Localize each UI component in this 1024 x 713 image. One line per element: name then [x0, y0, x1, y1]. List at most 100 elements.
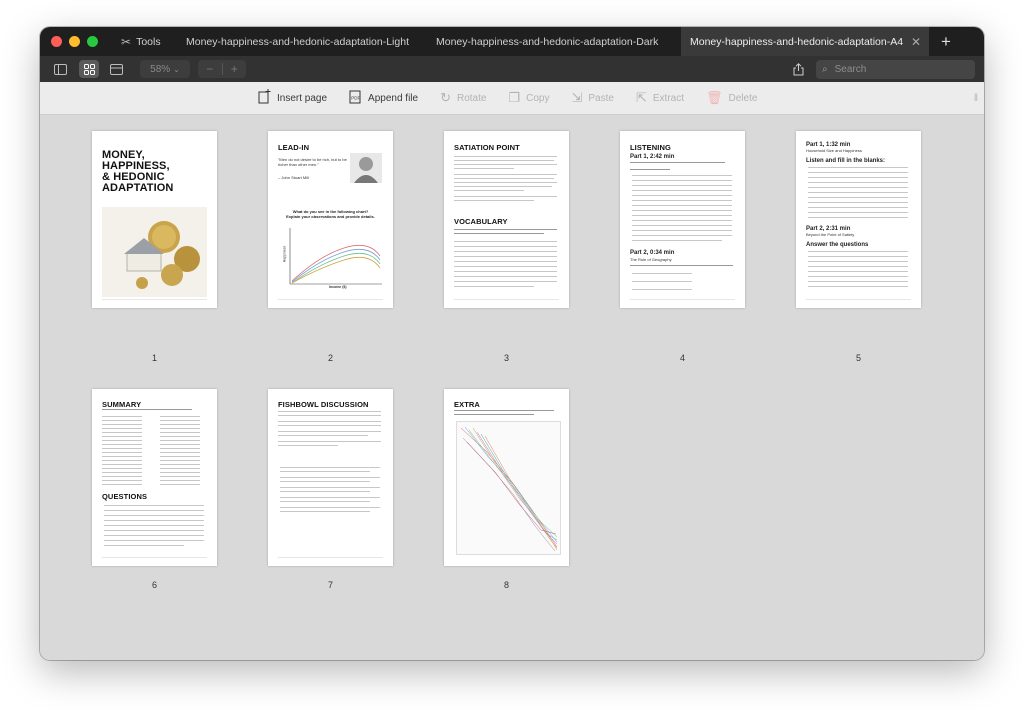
- page-number-label: 4: [679, 353, 685, 363]
- minimize-window-button[interactable]: [69, 36, 80, 47]
- intro-line: [454, 414, 534, 416]
- append-file-button[interactable]: PDF Append file: [349, 82, 418, 114]
- page-footer: [806, 299, 911, 302]
- insert-page-icon: [258, 89, 271, 107]
- page-thumbnail-3[interactable]: SATIATION POINT VOCABULARY: [444, 131, 569, 308]
- tab-document-light[interactable]: Money-happiness-and-hedonic-adaptation-L…: [181, 27, 431, 56]
- page-title: LEAD-IN: [278, 143, 310, 152]
- page-thumbnail-5[interactable]: Part 1, 1:32 min Household Size and Happ…: [796, 131, 921, 308]
- page-thumbnail-6[interactable]: SUMMARY QUESTIONS: [92, 389, 217, 566]
- tab-label: Money-happiness-and-hedonic-adaptation-L…: [186, 35, 409, 48]
- toolbar: 58% ⌄ − + ⌕ Search: [40, 56, 984, 82]
- part-subheading: Household Size and Happiness: [806, 148, 862, 153]
- page-number-label: 8: [503, 580, 509, 590]
- quote-text: "Men do not desire to be rich, but to be…: [278, 157, 347, 167]
- section-title: QUESTIONS: [102, 492, 148, 501]
- close-window-button[interactable]: [51, 36, 62, 47]
- pdf-file-icon: PDF: [349, 89, 362, 107]
- copy-button[interactable]: ❐ Copy: [508, 82, 549, 114]
- trash-icon: 🗑: [706, 90, 723, 105]
- page-thumbnail-8[interactable]: EXTRA: [444, 389, 569, 566]
- page-footer: [102, 299, 207, 302]
- share-button[interactable]: [788, 60, 808, 78]
- page-title: FISHBOWL DISCUSSION: [278, 400, 369, 409]
- svg-text:PDF: PDF: [351, 96, 360, 101]
- extract-button[interactable]: ⇱ Extract: [636, 82, 684, 114]
- chart-caption: What do you see in the following chart? …: [286, 209, 375, 219]
- share-icon: [793, 62, 803, 75]
- section-title: VOCABULARY: [454, 217, 508, 226]
- page-footer: [630, 299, 735, 302]
- page-title: MONEY, HAPPINESS, & HEDONIC ADAPTATION: [102, 149, 174, 194]
- page-number-label: 5: [855, 353, 861, 363]
- chevron-down-icon: ⌄: [173, 64, 180, 74]
- page-number-label: 7: [327, 580, 333, 590]
- grid-view-button[interactable]: [79, 60, 99, 78]
- part-subheading: The Role of Geography: [630, 257, 672, 262]
- close-tab-icon[interactable]: ✕: [911, 35, 921, 49]
- chart-x-label: Income ($): [329, 285, 347, 289]
- delete-button[interactable]: 🗑 Delete: [706, 82, 757, 114]
- zoom-select[interactable]: 58% ⌄: [140, 60, 190, 78]
- page-thumbnail-4[interactable]: LISTENING Part 1, 2:42 min Part 2, 0:34 …: [620, 131, 745, 308]
- chart-y-label: Happiness: [282, 245, 287, 263]
- page-thumbnail-7[interactable]: FISHBOWL DISCUSSION: [268, 389, 393, 566]
- page-number-label: 1: [151, 353, 157, 363]
- app-window: ✂ Tools Money-happiness-and-hedonic-adap…: [40, 27, 984, 660]
- page-actions-bar: Insert page PDF Append file ↻ Rotate ❐ C…: [40, 82, 984, 115]
- search-icon: ⌕: [822, 63, 828, 75]
- page-number-label: 6: [151, 580, 157, 590]
- extract-icon: ⇱: [635, 90, 647, 105]
- page-footer: [278, 557, 383, 560]
- sidebar-toggle-button[interactable]: [50, 60, 70, 78]
- tab-label: Tools: [136, 35, 161, 48]
- instruction-heading: Answer the questions: [806, 242, 869, 248]
- paste-icon: ⇲: [571, 90, 583, 105]
- rotate-button[interactable]: ↻ Rotate: [440, 82, 486, 114]
- tools-icon: ✂: [121, 34, 132, 49]
- zoom-value: 58%: [150, 63, 171, 75]
- part-heading: Part 1, 2:42 min: [630, 154, 675, 160]
- page-title: LISTENING: [630, 143, 671, 152]
- page-title: EXTRA: [454, 400, 480, 409]
- grid-icon: [83, 63, 95, 75]
- quote-author: – John Stuart Mill: [278, 175, 309, 180]
- happiness-income-chart: Happiness Income ($): [282, 226, 384, 290]
- tab-document-dark[interactable]: Money-happiness-and-hedonic-adaptation-D…: [431, 27, 681, 56]
- zoom-out-button[interactable]: −: [198, 62, 222, 76]
- copy-icon: ❐: [508, 90, 521, 105]
- window-controls: [51, 36, 121, 47]
- page-title: SATIATION POINT: [454, 143, 520, 152]
- zoom-stepper: − +: [198, 60, 246, 78]
- part-heading: Part 2, 0:34 min: [630, 250, 675, 256]
- page-number-label: 2: [327, 353, 333, 363]
- paste-button[interactable]: ⇲ Paste: [571, 82, 613, 114]
- maximize-window-button[interactable]: [87, 36, 98, 47]
- zoom-in-button[interactable]: +: [223, 62, 247, 76]
- page-thumbnail-1[interactable]: MONEY, HAPPINESS, & HEDONIC ADAPTATION: [92, 131, 217, 308]
- country-ranking-chart: [456, 421, 561, 555]
- insert-page-button[interactable]: Insert page: [258, 82, 327, 114]
- search-placeholder: Search: [834, 63, 867, 75]
- coins-house-image: [102, 207, 207, 297]
- page-number-label: 3: [503, 353, 509, 363]
- sidebar-icon: [53, 63, 67, 75]
- portrait-image: [350, 153, 382, 183]
- part-subheading: Beyond the Point of Satiety: [806, 232, 855, 237]
- tab-tools[interactable]: ✂ Tools: [121, 27, 181, 56]
- new-tab-button[interactable]: +: [941, 32, 951, 52]
- tab-label: Money-happiness-and-hedonic-adaptation-A…: [690, 35, 904, 48]
- rotate-icon: ↻: [440, 90, 451, 105]
- page-footer: [102, 557, 207, 560]
- page-grid: MONEY, HAPPINESS, & HEDONIC ADAPTATION 1…: [40, 115, 984, 660]
- page-title: SUMMARY: [102, 400, 142, 409]
- page-view-button[interactable]: [106, 60, 126, 78]
- page-thumbnail-2[interactable]: LEAD-IN "Men do not desire to be rich, b…: [268, 131, 393, 308]
- intro-line: [454, 410, 554, 412]
- page-footer: [454, 299, 559, 302]
- tab-label: Money-happiness-and-hedonic-adaptation-D…: [436, 35, 659, 48]
- tab-document-a4[interactable]: Money-happiness-and-hedonic-adaptation-A…: [681, 27, 929, 56]
- search-field[interactable]: ⌕ Search: [816, 59, 975, 79]
- title-bar: ✂ Tools Money-happiness-and-hedonic-adap…: [40, 27, 984, 56]
- toolbar-grip-icon[interactable]: ‖: [974, 93, 978, 104]
